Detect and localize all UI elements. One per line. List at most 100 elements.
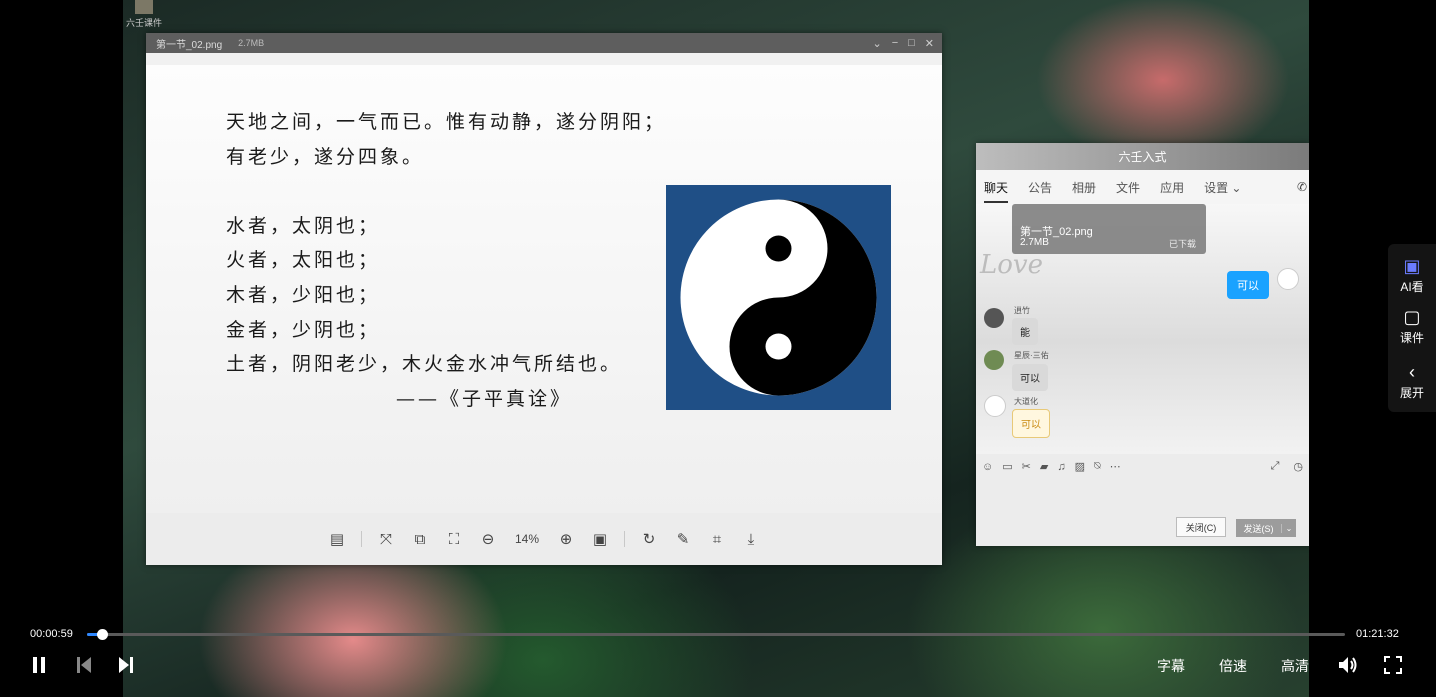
my-message-bubble: 可以 (1227, 271, 1269, 299)
gif-icon[interactable]: ▭ (1002, 460, 1012, 473)
avatar[interactable] (984, 350, 1004, 370)
sender-name: 大道化 (1014, 397, 1038, 406)
music-icon[interactable]: ♫ (1057, 461, 1065, 473)
actual-size-icon[interactable]: ▣ (590, 529, 610, 549)
sender-name: 逍竹 (1014, 306, 1030, 315)
poem-line: 有老少，遂分四象。 (226, 145, 425, 168)
ai-icon: ▣ (1403, 256, 1421, 276)
tab-chat[interactable]: 聊天 (984, 179, 1009, 203)
side-item-label: AI看 (1400, 280, 1424, 294)
image-icon[interactable]: ▨ (1075, 460, 1085, 473)
folder-icon[interactable]: ▰ (1040, 460, 1048, 473)
chevron-down-icon[interactable]: ⌄ (872, 37, 881, 50)
poem-line: 金者，少阴也； (226, 318, 381, 341)
chevron-down-icon[interactable]: ⌄ (1281, 523, 1296, 533)
yin-yang-image (666, 185, 891, 410)
file-size: 2.7MB (1020, 237, 1049, 248)
viewer-filename: 第一节_02.png (156, 39, 223, 51)
tab-album[interactable]: 相册 (1072, 179, 1096, 196)
tab-settings-label: 设置 (1204, 180, 1229, 195)
poem-citation: ——《子平真诠》 (396, 387, 573, 410)
toolbar-divider (361, 531, 362, 547)
image-canvas: 天地之间，一气而已。惟有动静，遂分阴阳； 有老少，遂分四象。 水者，太阴也； 火… (146, 65, 942, 513)
side-item-label: 课件 (1399, 331, 1424, 345)
edit-icon[interactable]: ✎ (673, 529, 693, 549)
minimize-icon[interactable]: − (892, 37, 898, 50)
history-icon[interactable]: ◷ (1293, 460, 1303, 473)
poem-line: 水者，太阴也； (226, 214, 381, 237)
mute-icon[interactable]: ⍉ (1094, 460, 1101, 473)
viewer-toolbar: ▤ ⤧ ⧉ ⛶ ⊖ 14% ⊕ ▣ ↻ ✎ ⌗ ⤓ (146, 513, 942, 565)
fit-screen-icon[interactable]: ⛶ (444, 529, 464, 549)
tab-files[interactable]: 文件 (1116, 179, 1140, 196)
emoji-icon[interactable]: ☺ (982, 461, 993, 473)
poem-line (226, 174, 666, 209)
subtitle-button[interactable]: 字幕 (1157, 656, 1185, 676)
translate-icon[interactable]: ⧉ (410, 529, 430, 549)
expand-icon[interactable]: ⤢ (1271, 460, 1280, 473)
chat-input-area[interactable]: ☺ ▭ ✂ ▰ ♫ ▨ ⍉ ⋯ ⤢ ◷ 关闭(C) 发送(S) ⌄ (976, 454, 1309, 546)
avatar[interactable] (984, 308, 1004, 328)
sender-name: 星辰·三佑 (1014, 351, 1049, 360)
chat-tabs: 聊天 公告 相册 文件 应用 设置 ⌄ ✆ (976, 170, 1309, 204)
chat-window: 六壬入式 聊天 公告 相册 文件 应用 设置 ⌄ ✆ 第一节_02.png 2.… (976, 143, 1309, 546)
app-label: 六壬课件 (124, 0, 164, 29)
viewer-filesize: 2.7MB (238, 38, 265, 48)
poem-line: 土者，阴阳老少，木火金水冲气所结也。 (226, 353, 623, 376)
tab-apps[interactable]: 应用 (1160, 179, 1184, 196)
side-panel: ▣ AI看 ▢ 课件 ‹ 展开 (1388, 244, 1436, 412)
avatar[interactable] (984, 395, 1006, 417)
fullscreen-icon[interactable] (1382, 654, 1404, 676)
close-button[interactable]: 关闭(C) (1176, 517, 1226, 537)
next-icon[interactable] (115, 654, 137, 676)
file-status: 已下载 (1168, 239, 1196, 249)
file-message-card[interactable]: 第一节_02.png 2.7MB 已下载 (1012, 204, 1206, 254)
pause-icon[interactable] (28, 654, 50, 676)
side-item-expand[interactable]: ‹ 展开 (1388, 362, 1436, 401)
volume-icon[interactable] (1337, 654, 1359, 676)
maximize-icon[interactable]: □ (908, 37, 915, 50)
speed-button[interactable]: 倍速 (1219, 656, 1247, 676)
image-viewer-window: 第一节_02.png 2.7MB ⌄ − □ ✕ 天地之间，一气而已。惟有动静，… (146, 33, 942, 565)
progress-knob[interactable] (97, 629, 109, 640)
tab-announcement[interactable]: 公告 (1028, 179, 1052, 196)
side-item-courseware[interactable]: ▢ 课件 (1388, 307, 1436, 346)
message-bubble: 能 (1012, 318, 1038, 345)
app-logo (135, 0, 153, 14)
message-list[interactable]: 第一节_02.png 2.7MB 已下载 Love 可以 逍竹 能 星辰·三佑 … (976, 204, 1309, 454)
close-icon[interactable]: ✕ (925, 37, 934, 50)
chat-toolbar: ☺ ▭ ✂ ▰ ♫ ▨ ⍉ ⋯ ⤢ ◷ (976, 454, 1309, 479)
current-time: 00:00:59 (30, 628, 73, 640)
download-icon[interactable]: ⤓ (741, 529, 761, 549)
viewer-titlebar[interactable]: 第一节_02.png 2.7MB ⌄ − □ ✕ (146, 33, 942, 53)
message-bubble: 可以 (1012, 364, 1048, 391)
layout-icon[interactable]: ▤ (327, 529, 347, 549)
tab-settings[interactable]: 设置 ⌄ (1204, 179, 1241, 196)
previous-icon[interactable] (73, 654, 95, 676)
poem-text: 天地之间，一气而已。惟有动静，遂分阴阳； 有老少，遂分四象。 水者，太阴也； 火… (226, 105, 666, 416)
background-watermark: Love (980, 250, 1043, 280)
phone-icon[interactable]: ✆ (1297, 180, 1307, 194)
poem-line: 木者，少阳也； (226, 283, 381, 306)
toolbar-divider (624, 531, 625, 547)
book-icon: ▢ (1403, 307, 1421, 327)
yin-yang-icon (680, 199, 877, 396)
avatar[interactable] (1277, 268, 1299, 290)
total-time: 01:21:32 (1356, 628, 1399, 640)
zoom-level: 14% (514, 532, 540, 546)
rotate-icon[interactable]: ↻ (639, 529, 659, 549)
quality-button[interactable]: 高清 (1281, 656, 1309, 676)
send-button-label: 发送(S) (1243, 523, 1274, 534)
ocr-icon[interactable]: ⤧ (376, 529, 396, 549)
send-button[interactable]: 发送(S) ⌄ (1236, 519, 1296, 537)
scissors-icon[interactable]: ✂ (1022, 460, 1031, 473)
side-item-ai-watch[interactable]: ▣ AI看 (1388, 256, 1436, 295)
more-icon[interactable]: ⋯ (1110, 460, 1121, 473)
zoom-out-icon[interactable]: ⊖ (478, 529, 498, 549)
chevron-left-icon: ‹ (1409, 362, 1415, 382)
zoom-in-icon[interactable]: ⊕ (556, 529, 576, 549)
progress-bar[interactable] (87, 629, 1345, 640)
poem-line: 天地之间，一气而已。惟有动静，遂分阴阳； (226, 111, 667, 133)
chat-title[interactable]: 六壬入式 (976, 143, 1309, 170)
crop-icon[interactable]: ⌗ (707, 529, 727, 549)
